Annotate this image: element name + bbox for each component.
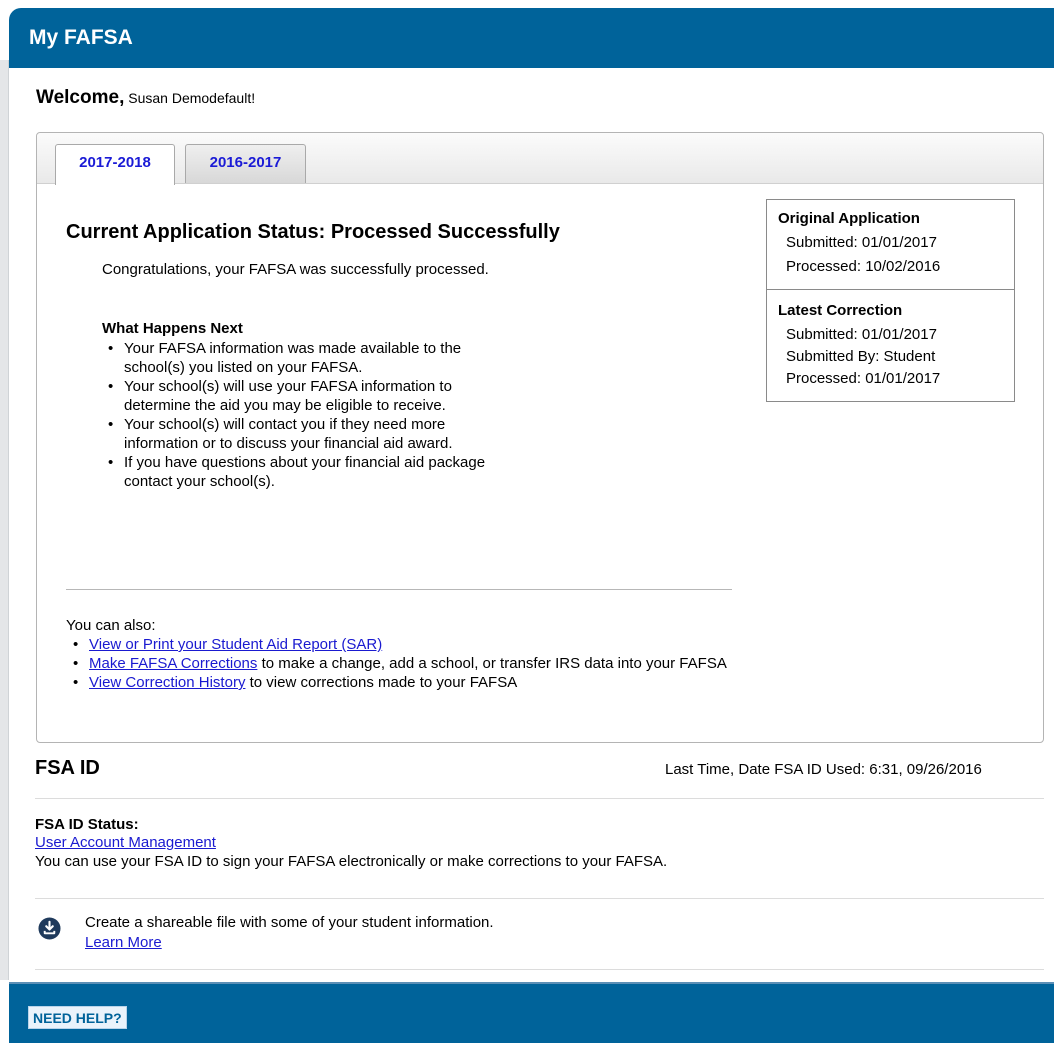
- tab-2017-2018[interactable]: 2017-2018: [55, 144, 175, 185]
- application-status-title: Current Application Status: Processed Su…: [66, 221, 560, 243]
- fsa-id-last-used: Last Time, Date FSA ID Used: 6:31, 09/26…: [665, 761, 982, 778]
- original-processed: Processed: 10/02/2016: [786, 258, 941, 275]
- list-item: View or Print your Student Aid Report (S…: [66, 635, 766, 654]
- page-title: My FAFSA: [29, 26, 133, 49]
- view-sar-link[interactable]: View or Print your Student Aid Report (S…: [89, 636, 382, 653]
- page-footer: NEED HELP?: [9, 982, 1054, 1043]
- fsa-id-description: You can use your FSA ID to sign your FAF…: [35, 853, 668, 870]
- box-divider: [767, 289, 1014, 290]
- original-submitted: Submitted: 01/01/2017: [786, 234, 937, 251]
- correction-history-text: to view corrections made to your FAFSA: [245, 674, 518, 691]
- section-divider: [66, 589, 732, 590]
- welcome-name: Susan Demodefault!: [128, 90, 256, 106]
- tab-2016-2017[interactable]: 2016-2017: [185, 144, 306, 183]
- application-summary-box: Original Application Submitted: 01/01/20…: [766, 199, 1015, 402]
- correction-submitted: Submitted: 01/01/2017: [786, 326, 937, 343]
- fsa-id-status-label: FSA ID Status:: [35, 816, 139, 833]
- what-happens-next-heading: What Happens Next: [102, 320, 243, 337]
- fsa-id-heading: FSA ID: [35, 757, 100, 779]
- divider: [35, 898, 1044, 899]
- user-account-management-link[interactable]: User Account Management: [35, 834, 216, 851]
- you-can-also-heading: You can also:: [66, 617, 156, 634]
- congratulations-text: Congratulations, your FAFSA was successf…: [102, 261, 489, 278]
- list-item: View Correction History to view correcti…: [66, 673, 766, 692]
- list-item: Your FAFSA information was made availabl…: [102, 339, 512, 377]
- correction-processed: Processed: 01/01/2017: [786, 370, 941, 387]
- year-tab-bar: 2017-2018 2016-2017: [37, 133, 1043, 185]
- list-item: Make FAFSA Corrections to make a change,…: [66, 654, 766, 673]
- learn-more-link[interactable]: Learn More: [85, 934, 162, 951]
- correction-history-link[interactable]: View Correction History: [89, 674, 245, 691]
- list-item: Your school(s) will contact you if they …: [102, 415, 512, 453]
- shareable-file-text: Create a shareable file with some of you…: [85, 914, 494, 931]
- list-item: If you have questions about your financi…: [102, 453, 512, 491]
- application-status-panel: 2017-2018 2016-2017 Current Application …: [36, 132, 1044, 743]
- need-help-button[interactable]: NEED HELP?: [28, 1006, 127, 1029]
- left-border: [0, 60, 9, 980]
- correction-submitted-by: Submitted By: Student: [786, 348, 936, 365]
- welcome-message: Welcome, Susan Demodefault!: [36, 87, 255, 109]
- page: My FAFSA Welcome, Susan Demodefault! 201…: [0, 0, 1054, 1043]
- latest-correction-title: Latest Correction: [778, 302, 903, 319]
- list-item: Your school(s) will use your FAFSA infor…: [102, 377, 512, 415]
- download-icon: [38, 917, 61, 940]
- you-can-also-list: View or Print your Student Aid Report (S…: [66, 635, 766, 692]
- divider: [35, 798, 1044, 799]
- page-header: My FAFSA: [9, 8, 1054, 68]
- welcome-greeting: Welcome,: [36, 87, 125, 108]
- divider: [35, 969, 1044, 970]
- make-corrections-text: to make a change, add a school, or trans…: [257, 655, 727, 672]
- what-happens-next-list: Your FAFSA information was made availabl…: [102, 339, 512, 491]
- original-application-title: Original Application: [778, 210, 920, 227]
- make-corrections-link[interactable]: Make FAFSA Corrections: [89, 655, 257, 672]
